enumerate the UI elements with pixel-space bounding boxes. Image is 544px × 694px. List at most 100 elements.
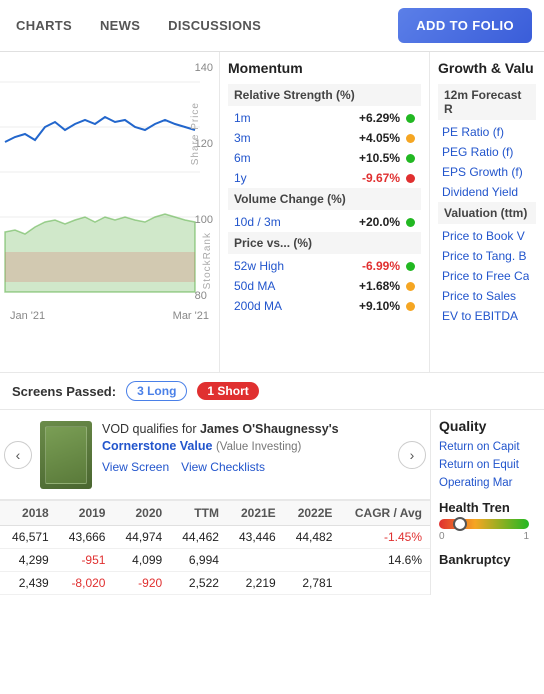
dot-10d3m [406,218,415,227]
dot-200dma [406,302,415,311]
cell-r2-ttm: 6,994 [170,549,227,572]
forecast-title: 12m Forecast R [438,84,536,120]
cell-r1-2020: 44,974 [113,526,170,549]
col-2020: 2020 [113,501,170,526]
data-table: 2018 2019 2020 TTM 2021E 2022E CAGR / Av… [0,501,430,595]
pb-label: Price to Book V [442,229,525,243]
momentum-row-1y[interactable]: 1y -9.67% [228,168,421,188]
growth-title: Growth & Valu [438,60,536,76]
view-checklists-link[interactable]: View Checklists [181,460,265,474]
carousel-description: VOD qualifies for James O'Shaugnessy'sCo… [102,421,390,456]
momentum-row-6m[interactable]: 6m +10.5% [228,148,421,168]
value-52w: -6.99% [345,259,400,273]
x-label-mar: Mar '21 [173,310,209,322]
x-label-jan: Jan '21 [10,310,45,322]
momentum-row-52w[interactable]: 52w High -6.99% [228,256,421,276]
bottom-layout: ‹ VOD qualifies for James O'Shaugnessy's… [0,410,544,595]
health-marker [453,517,467,531]
label-50dma: 50d MA [234,279,345,293]
price-chart [0,52,220,322]
nav-news[interactable]: NEWS [96,12,144,39]
ps-label: Price to Sales [442,289,516,303]
health-scale-0: 0 [439,531,445,542]
y-label-100: 100 [195,214,213,226]
carousel-next-button[interactable]: › [398,441,426,469]
cell-r3-cagr [340,572,430,595]
short-badge[interactable]: 1 Short [197,382,258,400]
cell-r2-2021e [227,549,284,572]
view-screen-link[interactable]: View Screen [102,460,169,474]
dot-1m [406,114,415,123]
nav-discussions[interactable]: DISCUSSIONS [164,12,265,39]
share-price-label: Share Price [190,102,201,165]
label-3m: 3m [234,131,345,145]
health-bar-container: 0 1 [431,519,544,548]
growth-peg-ratio[interactable]: PEG Ratio (f) [438,142,536,162]
cell-r1-2022e: 44,482 [284,526,341,549]
data-table-area: 2018 2019 2020 TTM 2021E 2022E CAGR / Av… [0,500,430,595]
growth-price-book[interactable]: Price to Book V [438,226,536,246]
relative-strength-title: Relative Strength (%) [228,84,421,106]
cell-r3-ttm: 2,522 [170,572,227,595]
momentum-row-1m[interactable]: 1m +6.29% [228,108,421,128]
screens-label: Screens Passed: [12,384,116,399]
carousel-type: (Value Investing) [216,441,301,453]
cell-r2-2022e [284,549,341,572]
add-to-folio-button[interactable]: ADD TO FOLIO [398,8,532,43]
carousel-links: View Screen View Checklists [102,460,390,474]
chart-x-labels: Jan '21 Mar '21 [10,310,209,322]
growth-eps[interactable]: EPS Growth (f) [438,162,536,182]
stockrank-label: StockRank [202,232,213,289]
return-on-capital[interactable]: Return on Capit [431,438,544,456]
nav-charts[interactable]: CHARTS [12,12,76,39]
col-cagr: CAGR / Avg [340,501,430,526]
chart-area: 140 120 100 80 Share Price StockRank Jan… [0,52,220,372]
growth-price-free[interactable]: Price to Free Ca [438,266,536,286]
col-2021e: 2021E [227,501,284,526]
momentum-row-200dma[interactable]: 200d MA +9.10% [228,296,421,316]
growth-ev-ebitda[interactable]: EV to EBITDA [438,306,536,326]
dot-50dma [406,282,415,291]
cell-r1-2019: 43,666 [57,526,114,549]
y-label-140: 140 [195,62,213,74]
growth-price-sales[interactable]: Price to Sales [438,286,536,306]
carousel-area: ‹ VOD qualifies for James O'Shaugnessy's… [0,410,430,500]
label-6m: 6m [234,151,345,165]
pfc-label: Price to Free Ca [442,269,529,283]
cell-r2-2019: -951 [57,549,114,572]
value-50dma: +1.68% [345,279,400,293]
momentum-title: Momentum [228,60,421,76]
carousel-prefix: VOD qualifies for [102,422,200,436]
momentum-row-50dma[interactable]: 50d MA +1.68% [228,276,421,296]
carousel-strategy: Cornerstone Value [102,439,212,453]
cell-r1-2021e: 43,446 [227,526,284,549]
momentum-row-3m[interactable]: 3m +4.05% [228,128,421,148]
cell-r3-2020: -920 [113,572,170,595]
label-200dma: 200d MA [234,299,345,313]
table-row: 4,299 -951 4,099 6,994 14.6% [0,549,430,572]
operating-margin[interactable]: Operating Mar [431,474,544,492]
div-label: Dividend Yield [442,185,518,199]
cell-r3-2018: 2,439 [0,572,57,595]
dot-6m [406,154,415,163]
nav-items: CHARTS NEWS DISCUSSIONS [12,12,398,39]
cell-r1-cagr: -1.45% [340,526,430,549]
long-badge[interactable]: 3 Long [126,381,187,401]
value-1y: -9.67% [345,171,400,185]
pe-label: PE Ratio (f) [442,125,504,139]
carousel-prev-button[interactable]: ‹ [4,441,32,469]
growth-dividend[interactable]: Dividend Yield [438,182,536,202]
value-1m: +6.29% [345,111,400,125]
momentum-row-10d3m[interactable]: 10d / 3m +20.0% [228,212,421,232]
peg-label: PEG Ratio (f) [442,145,513,159]
book-cover [40,421,92,489]
ev-label: EV to EBITDA [442,309,518,323]
growth-price-tang[interactable]: Price to Tang. B [438,246,536,266]
main-content: 140 120 100 80 Share Price StockRank Jan… [0,52,544,372]
label-10d3m: 10d / 3m [234,215,345,229]
health-trend-title: Health Tren [431,492,544,519]
cell-r3-2022e: 2,781 [284,572,341,595]
return-on-equity[interactable]: Return on Equit [431,456,544,474]
cell-r2-cagr: 14.6% [340,549,430,572]
growth-pe-ratio[interactable]: PE Ratio (f) [438,122,536,142]
